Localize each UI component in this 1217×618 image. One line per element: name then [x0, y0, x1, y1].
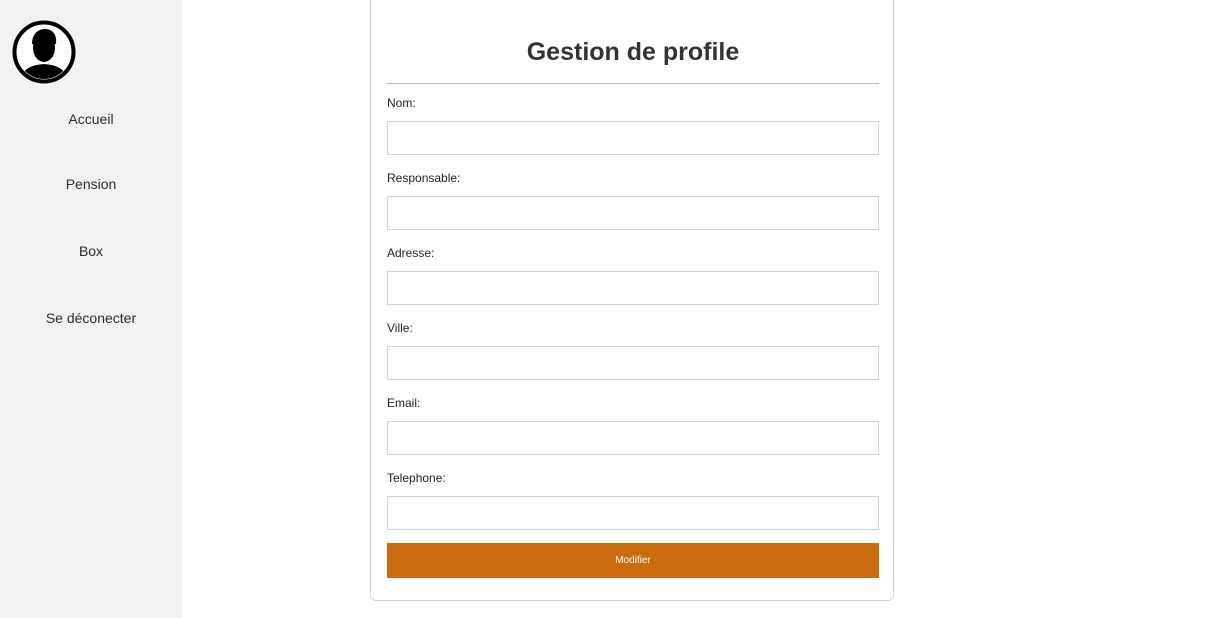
telephone-input[interactable]	[387, 496, 879, 530]
responsable-input[interactable]	[387, 196, 879, 230]
profile-form-card: Gestion de profile Nom: Responsable: Adr…	[370, 0, 894, 601]
nom-input[interactable]	[387, 121, 879, 155]
ville-label: Ville:	[387, 321, 413, 335]
sidebar-item-accueil[interactable]: Accueil	[0, 110, 182, 128]
user-silhouette-icon[interactable]	[12, 20, 76, 84]
telephone-label: Telephone:	[387, 471, 446, 485]
email-label: Email:	[387, 396, 421, 410]
sidebar-item-box[interactable]: Box	[0, 242, 182, 260]
sidebar-item-pension[interactable]: Pension	[0, 175, 182, 193]
email-input[interactable]	[387, 421, 879, 455]
adresse-label: Adresse:	[387, 246, 435, 260]
sidebar-item-logout[interactable]: Se déconecter	[0, 309, 182, 327]
modifier-button[interactable]: Modifier	[387, 543, 879, 578]
title-divider	[387, 83, 879, 84]
nom-label: Nom:	[387, 96, 416, 110]
ville-input[interactable]	[387, 346, 879, 380]
responsable-label: Responsable:	[387, 171, 461, 185]
sidebar: Accueil Pension Box Se déconecter	[0, 0, 182, 618]
page-title: Gestion de profile	[526, 38, 740, 66]
adresse-input[interactable]	[387, 271, 879, 305]
